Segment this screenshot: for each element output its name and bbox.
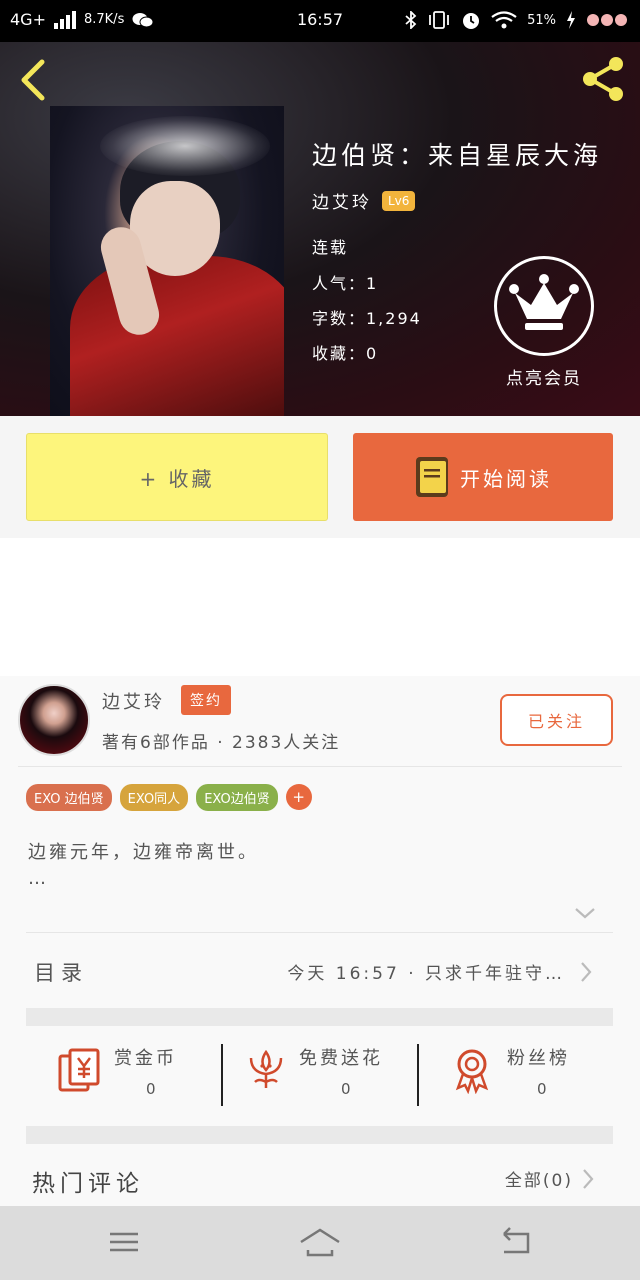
fan-ranking-icon [455, 1049, 489, 1094]
book-header: 边伯贤：来自星辰大海 边艾玲 Lv6 连载 人气：1 字数：1,294 收藏：0… [0, 42, 640, 416]
reward-coin-label: 赏金币 [114, 1048, 177, 1069]
wifi-icon [491, 11, 517, 29]
fan-ranking-count: 0 [537, 1080, 547, 1098]
favorite-count: 收藏：0 [312, 344, 379, 363]
synopsis: 边雍元年，边雍帝离世。 [28, 842, 259, 863]
avatar[interactable] [18, 684, 90, 756]
author-works: 著有6部作品 · 2383人关注 [102, 733, 341, 753]
chevron-right-icon[interactable] [581, 1168, 595, 1190]
synopsis-ellipsis: … [28, 868, 46, 889]
stats-row: 赏金币 0 免费送花 0 粉丝榜 0 [26, 1026, 613, 1124]
book-title: 边伯贤：来自星辰大海 [312, 141, 603, 170]
vip-button[interactable] [494, 256, 594, 356]
popularity: 人气：1 [312, 274, 379, 293]
battery-level: 51% [527, 12, 556, 28]
tag-list: EXO 边伯贤 EXO同人 EXO边伯贤 + [26, 784, 312, 811]
fan-ranking-label: 粉丝榜 [507, 1048, 570, 1069]
start-reading-label: 开始阅读 [460, 466, 552, 491]
fan-ranking-stat[interactable]: 粉丝榜 0 [419, 1026, 613, 1124]
system-nav-bar [0, 1206, 640, 1280]
section-separator [26, 1126, 613, 1144]
bluetooth-icon [405, 11, 417, 29]
home-icon[interactable] [298, 1224, 342, 1260]
menu-icon[interactable] [104, 1224, 144, 1260]
cover-crown [100, 116, 270, 176]
book-cover[interactable] [50, 106, 284, 416]
serial-status: 连载 [312, 238, 349, 257]
send-flower-label: 免费送花 [299, 1048, 383, 1069]
flower-icon [249, 1049, 283, 1088]
back-icon[interactable] [14, 58, 54, 102]
book-author[interactable]: 边艾玲 [312, 188, 372, 213]
book-icon [416, 457, 448, 497]
latest-chapter[interactable]: 今天 16:57 · 只求千年驻守… [287, 959, 565, 984]
vip-label[interactable]: 点亮会员 [486, 364, 602, 389]
return-icon[interactable] [496, 1224, 536, 1260]
book-info: 边艾玲 签约 著有6部作品 · 2383人关注 已关注 EXO 边伯贤 EXO同… [0, 676, 640, 1206]
follow-button[interactable]: 已关注 [500, 694, 613, 746]
signed-badge: 签约 [181, 685, 231, 715]
hot-comments-header: 热门评论 全部(0) [26, 1144, 613, 1206]
clock: 16:57 [296, 10, 344, 29]
tag[interactable]: EXO 边伯贤 [26, 784, 112, 811]
word-count: 字数：1,294 [312, 309, 422, 328]
chevron-down-icon[interactable] [574, 906, 596, 920]
table-of-contents-row[interactable]: 目录 今天 16:57 · 只求千年驻守… [26, 932, 613, 1010]
collect-button[interactable]: + 收藏 [26, 433, 328, 521]
send-flower-stat[interactable]: 免费送花 0 [223, 1026, 417, 1124]
level-badge: Lv6 [382, 190, 416, 211]
add-tag-button[interactable]: + [285, 784, 312, 810]
all-comments-link[interactable]: 全部(0) [505, 1166, 573, 1191]
hot-comments-title: 热门评论 [32, 1171, 144, 1197]
notification-pig-icons [587, 14, 627, 26]
chevron-right-icon[interactable] [579, 961, 593, 983]
alarm-icon [463, 13, 480, 29]
action-bar: + 收藏 开始阅读 [0, 416, 640, 538]
reward-coin-stat[interactable]: 赏金币 0 [26, 1026, 222, 1124]
toc-label: 目录 [34, 961, 88, 985]
reward-coin-count: 0 [146, 1080, 156, 1098]
tag[interactable]: EXO边伯贤 [196, 784, 278, 811]
status-bar: 4G+ 8.7K/s 16:57 51% [0, 0, 640, 42]
send-flower-count: 0 [341, 1080, 351, 1098]
start-reading-button[interactable]: 开始阅读 [353, 433, 613, 521]
share-icon[interactable] [578, 54, 628, 104]
charging-icon [567, 11, 575, 29]
vibrate-icon [429, 11, 449, 29]
section-separator [26, 1008, 613, 1026]
reward-coin-icon [58, 1048, 100, 1092]
crown-icon [509, 274, 579, 330]
author-name[interactable]: 边艾玲 [102, 688, 165, 714]
cover-jacket [70, 256, 284, 416]
tag[interactable]: EXO同人 [119, 784, 189, 811]
divider [18, 766, 622, 767]
